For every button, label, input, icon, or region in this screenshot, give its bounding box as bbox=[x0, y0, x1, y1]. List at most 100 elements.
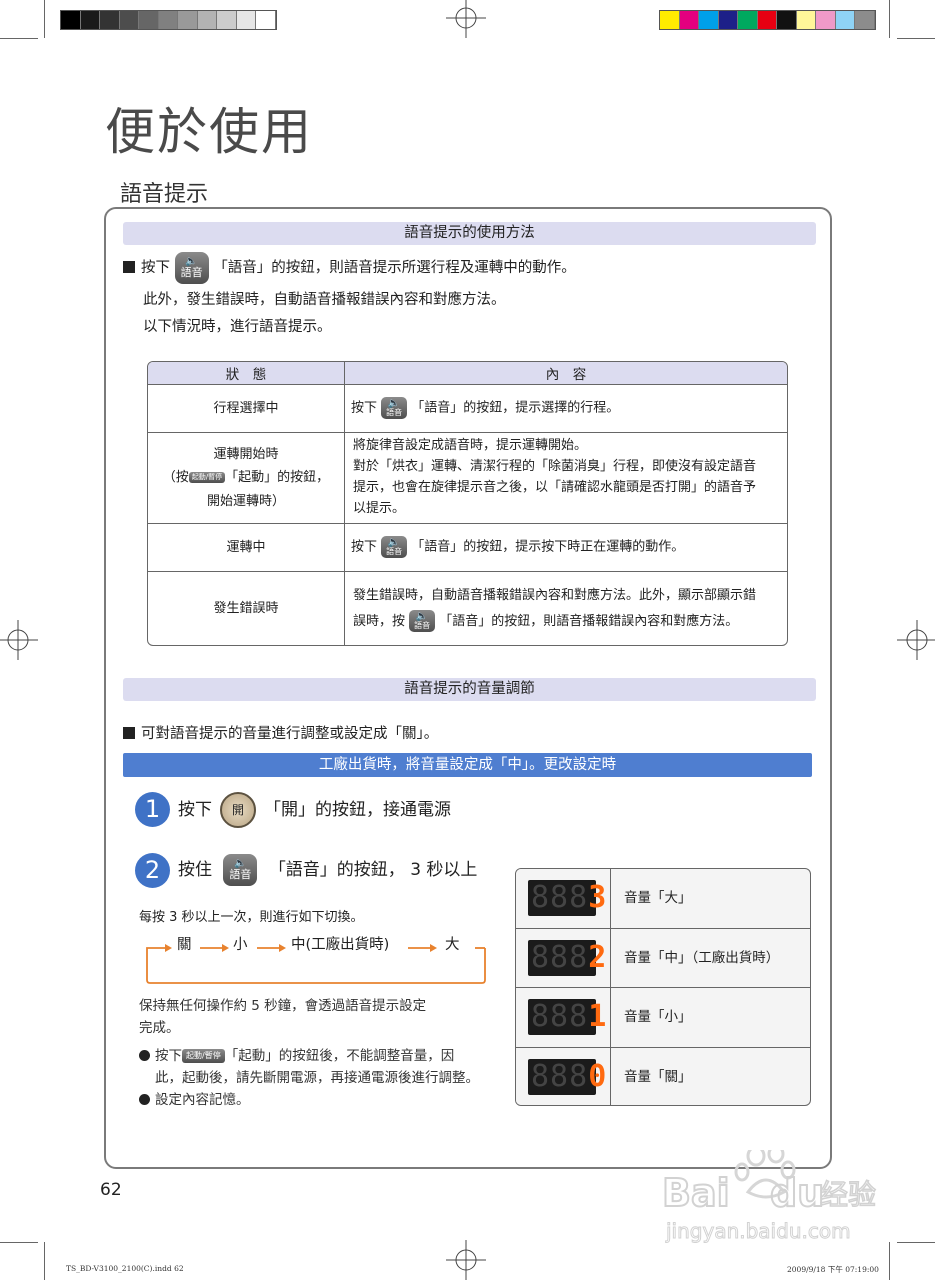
bullet1-post: 「起動」的按鈕後，不能調整音量，因 bbox=[224, 1048, 455, 1064]
usage-intro-pre: 按下 bbox=[141, 260, 170, 276]
svg-text:Bai: Bai bbox=[662, 1171, 730, 1215]
volume-label: 音量「大」 bbox=[624, 890, 692, 906]
display-cell: 8881 bbox=[516, 988, 611, 1047]
lcd-lit-digit: 1 bbox=[588, 999, 608, 1034]
flow-step-low: 小 bbox=[233, 937, 248, 953]
voice-button-label: 語音 bbox=[386, 407, 403, 417]
lcd-dim-digits: 888 bbox=[531, 939, 589, 975]
bullet1-line-2: 此，起動後，請先斷開電源，再接通電源後進行調整。 bbox=[155, 1069, 479, 1086]
content-pre: 按下 bbox=[351, 400, 378, 416]
factory-setting-bar: 工廠出貨時，將音量設定成「中」。更改設定時 bbox=[123, 753, 812, 777]
content-line-2: 誤時，按 🔈 語音 「語音」的按鈕，則語音播報錯誤內容和對應方法。 bbox=[353, 609, 781, 635]
usage-line-3: 以下情況時，進行語音提示。 bbox=[143, 319, 332, 335]
start-button-image: 起動/暫停 bbox=[182, 1049, 225, 1063]
usage-line-2: 此外，發生錯誤時，自動語音播報錯誤內容和對應方法。 bbox=[143, 292, 506, 308]
step-1-pre: 按下 bbox=[178, 800, 212, 820]
crop-mark bbox=[44, 1242, 45, 1280]
bullet-icon bbox=[139, 1094, 150, 1105]
bullet-start-note: 按下 起動/暫停 「起動」的按鈕後，不能調整音量，因 此，起動後，請先斷開電源，再接… bbox=[139, 1046, 509, 1089]
step-1-text: 按下開「開」的按鈕，接通電源 bbox=[178, 792, 451, 828]
voice-button-image: 🔈 語音 bbox=[381, 397, 408, 420]
volume-row: 8881 音量「小」 bbox=[516, 988, 810, 1048]
registration-mark-icon bbox=[446, 0, 486, 38]
table-header-row: 狀 態 內 容 bbox=[148, 362, 787, 385]
content-cell: 將旋律音設定成語音時，提示運轉開始。 對於「烘衣」運轉、清潔行程的「除菌消臭」行… bbox=[345, 433, 787, 524]
lcd-display: 8882 bbox=[528, 939, 606, 976]
crop-mark bbox=[44, 0, 45, 38]
flow-step-medium: 中(工廠出貨時) bbox=[291, 937, 390, 953]
svg-text:经验: 经验 bbox=[820, 1178, 876, 1211]
step-2-pre: 按住 bbox=[178, 860, 212, 880]
flow-step-off: 關 bbox=[177, 937, 192, 953]
step-1-post: 「開」的按鈕，接通電源 bbox=[264, 800, 451, 820]
crop-mark bbox=[897, 38, 935, 39]
state-table: 狀 態 內 容 行程選擇中 按下 🔈 語音 「語音」的按鈕，提示選擇的行程。 運轉… bbox=[147, 361, 788, 646]
volume-label: 音量「關」 bbox=[624, 1068, 692, 1085]
step-2-number: 2 bbox=[135, 853, 170, 888]
volume-row: 8882 音量「中」（工廠出貨時） bbox=[516, 928, 810, 988]
step-2-text: 按住 🔈 語音 「語音」的按鈕， 3 秒以上 bbox=[178, 852, 477, 888]
col-header-content: 內 容 bbox=[345, 362, 787, 385]
voice-button-label: 語音 bbox=[229, 867, 252, 881]
flow-step-high: 大 bbox=[445, 937, 460, 953]
voice-button-label: 語音 bbox=[386, 546, 403, 556]
lcd-lit-digit: 2 bbox=[588, 939, 608, 975]
col-header-state: 狀 態 bbox=[148, 362, 345, 385]
bullet1-pre: 按下 bbox=[155, 1048, 182, 1064]
voice-button-label: 語音 bbox=[180, 265, 203, 279]
volume-label: 音量「小」 bbox=[624, 1009, 692, 1025]
voice-button-image: 🔈 語音 bbox=[223, 854, 258, 886]
state-line-2: （按 起動/暫停 「起動」的按鈕， bbox=[148, 466, 344, 489]
usage-intro: 按下 🔈 語音 「語音」的按鈕，則語音提示所選行程及運轉中的動作。 bbox=[123, 252, 576, 284]
lcd-display: 8881 bbox=[528, 999, 606, 1035]
hold-note: 保持無任何操作約 5 秒鐘，會透過語音提示設定 完成。 bbox=[139, 998, 427, 1036]
content-post: 「語音」的按鈕，提示選擇的行程。 bbox=[411, 400, 620, 416]
lcd-display: 8883 bbox=[528, 880, 606, 916]
crop-mark bbox=[889, 1242, 890, 1280]
bullet-memory-note: 設定內容記憶。 bbox=[139, 1090, 250, 1112]
arrow-right-icon bbox=[257, 944, 286, 952]
power-button-image: 開 bbox=[220, 792, 256, 828]
state-line-3: 開始運轉時） bbox=[206, 493, 285, 509]
state-pre: （按 bbox=[162, 470, 189, 486]
lcd-lit-digit: 3 bbox=[588, 880, 608, 915]
table-row: 發生錯誤時 發生錯誤時，自動語音播報錯誤內容和對應方法。此外，顯示部顯示錯 誤時… bbox=[148, 572, 787, 645]
arrow-right-icon bbox=[200, 944, 229, 952]
svg-text:du: du bbox=[770, 1171, 824, 1215]
volume-intro: 可對語音提示的音量進行調整或設定成「關」。 bbox=[123, 722, 438, 743]
volume-label: 音量「中」（工廠出貨時） bbox=[624, 949, 780, 966]
step-1-number: 1 bbox=[135, 792, 170, 827]
voice-button-image: 🔈 語音 bbox=[174, 252, 209, 284]
page-title: 便於使用 bbox=[105, 103, 313, 161]
grayscale-swatches bbox=[60, 10, 277, 30]
volume-bar-title: 語音提示的音量調節 bbox=[123, 678, 816, 701]
volume-row: 8883 音量「大」 bbox=[516, 869, 810, 929]
state-line-1: 運轉開始時 bbox=[213, 446, 279, 462]
start-button-image: 起動/暫停 bbox=[188, 472, 226, 484]
crop-mark bbox=[889, 0, 890, 38]
registration-mark-icon bbox=[0, 620, 38, 660]
display-cell: 8883 bbox=[516, 869, 611, 928]
lcd-display: 8880 bbox=[528, 1058, 606, 1095]
crop-mark bbox=[897, 1242, 935, 1243]
content-cell: 發生錯誤時，自動語音播報錯誤內容和對應方法。此外，顯示部顯示錯 誤時，按 🔈 語音… bbox=[345, 572, 787, 645]
volume-row: 8880 音量「關」 bbox=[516, 1047, 810, 1105]
each-press-note: 每按 3 秒以上一次，則進行如下切換。 bbox=[139, 910, 364, 925]
color-swatches bbox=[659, 10, 876, 30]
bullet-icon bbox=[123, 261, 135, 273]
section-title: 語音提示 bbox=[120, 182, 209, 207]
slug-date-info: 2009/9/18 下午 07:19:00 bbox=[787, 1265, 879, 1274]
lcd-dim-digits: 888 bbox=[531, 999, 589, 1034]
baidu-jingyan-watermark: Bai du 经验 jingyan.baidu.com bbox=[661, 1150, 877, 1244]
usage-intro-post: 「語音」的按鈕，則語音提示所選行程及運轉中的動作。 bbox=[213, 260, 576, 276]
bullet2-text: 設定內容記憶。 bbox=[155, 1092, 250, 1108]
state-post: 「起動」的按鈕， bbox=[225, 470, 330, 486]
content-cell: 按下 🔈 語音 「語音」的按鈕，提示選擇的行程。 bbox=[345, 385, 787, 433]
content-post: 「語音」的按鈕，則語音播報錯誤內容和對應方法。 bbox=[439, 613, 739, 629]
content-pre: 按下 bbox=[351, 539, 378, 555]
lcd-lit-digit: 0 bbox=[588, 1058, 608, 1094]
table-row: 運轉開始時 （按 起動/暫停 「起動」的按鈕， 開始運轉時） 將旋律音設定成語音時，… bbox=[148, 433, 787, 524]
content-cell: 按下 🔈 語音 「語音」的按鈕，提示按下時正在運轉的動作。 bbox=[345, 524, 787, 572]
page-number: 62 bbox=[100, 1180, 122, 1200]
state-cell: 行程選擇中 bbox=[148, 385, 345, 433]
